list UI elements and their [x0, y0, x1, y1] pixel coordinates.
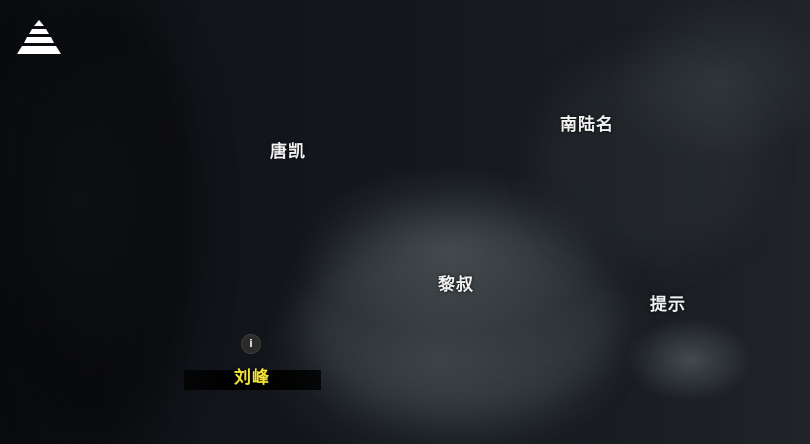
- hint-button[interactable]: 提示: [650, 290, 686, 315]
- character-lishu[interactable]: 黎叔: [438, 270, 474, 295]
- character-tangkai[interactable]: 唐凯: [270, 137, 306, 162]
- shadow-layer: [0, 0, 200, 444]
- player-character: i 刘峰: [184, 334, 324, 392]
- player-name: 刘峰: [234, 368, 270, 388]
- info-marker-icon: i: [241, 334, 261, 354]
- fog-layer: [540, 60, 760, 260]
- character-nanluming[interactable]: 南陆名: [560, 110, 614, 135]
- game-scene: 唐凯 南陆名 黎叔 提示 i 刘峰: [0, 0, 810, 444]
- fog-layer: [300, 220, 620, 420]
- pyramid-menu-icon: [17, 20, 61, 54]
- menu-button[interactable]: [14, 18, 64, 58]
